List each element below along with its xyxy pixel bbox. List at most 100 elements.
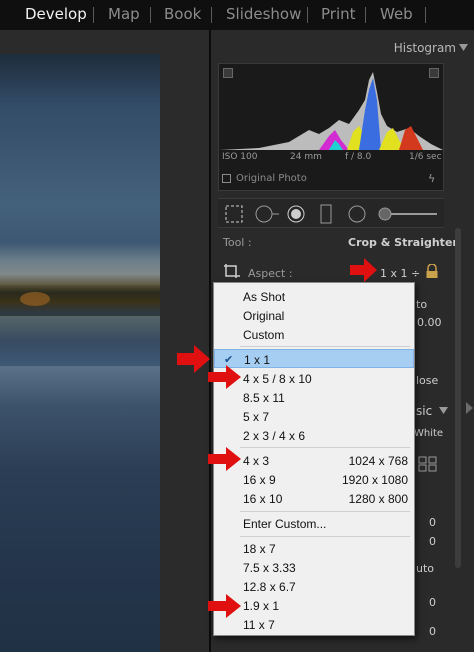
menu-item-4x5[interactable]: 4 x 5 / 8 x 10: [214, 369, 414, 388]
radial-filter-icon[interactable]: [347, 204, 367, 224]
original-photo-checkbox[interactable]: [222, 174, 231, 183]
histogram-aperture: f / 8.0: [345, 152, 372, 162]
menu-item-as-shot[interactable]: As Shot: [214, 287, 414, 306]
module-picker: Develop Map Book Slideshow Print Web: [0, 0, 474, 30]
menu-item-label: 16 x 10: [243, 492, 283, 506]
menu-item-size: 1280 x 800: [348, 492, 408, 506]
slider-value: 0: [429, 516, 436, 529]
aspect-value[interactable]: 1 x 1 ÷: [380, 267, 420, 280]
menu-item-2x3[interactable]: 2 x 3 / 4 x 6: [214, 426, 414, 445]
menu-item-label: 18 x 7: [243, 542, 276, 556]
aspect-ratio-menu: As Shot Original Custom ✔ 1 x 1 4 x 5 / 8…: [213, 282, 415, 636]
menu-item-1.9x1[interactable]: 1.9 x 1: [214, 596, 414, 615]
menu-item-label: 7.5 x 3.33: [243, 561, 296, 575]
crop-overlay-icon[interactable]: [224, 204, 244, 224]
menu-item-1x1[interactable]: ✔ 1 x 1: [214, 349, 414, 368]
basic-panel-title-partial[interactable]: sic: [416, 404, 432, 418]
histogram-graph[interactable]: [218, 63, 444, 191]
annotation-arrow-icon: [208, 594, 241, 618]
module-web[interactable]: Web: [380, 5, 413, 23]
photo-autumn-tree: [20, 292, 50, 306]
menu-item-label: 8.5 x 11: [243, 391, 285, 405]
close-button-partial[interactable]: lose: [416, 374, 438, 387]
menu-item-5x7[interactable]: 5 x 7: [214, 407, 414, 426]
menu-item-label: 1 x 1: [244, 353, 271, 367]
module-book[interactable]: Book: [164, 5, 201, 23]
menu-item-label: Custom: [243, 328, 285, 342]
graduated-filter-icon[interactable]: [319, 204, 333, 224]
menu-item-7.5x3.33[interactable]: 7.5 x 3.33: [214, 558, 414, 577]
tool-strip: [218, 198, 444, 228]
menu-item-label: 1.9 x 1: [243, 599, 280, 613]
module-print[interactable]: Print: [321, 5, 356, 23]
menu-item-label: As Shot: [243, 290, 286, 304]
module-separator: [211, 7, 212, 23]
auto-tone-partial[interactable]: uto: [416, 562, 434, 575]
histogram-title[interactable]: Histogram: [394, 41, 456, 55]
module-slideshow[interactable]: Slideshow: [226, 5, 301, 23]
menu-item-label: 12.8 x 6.7: [243, 580, 296, 594]
auto-button-partial[interactable]: to: [416, 298, 427, 311]
adjustment-brush-icon[interactable]: [377, 206, 439, 222]
menu-item-11x7[interactable]: 11 x 7: [214, 615, 414, 634]
original-photo-label: Original Photo: [236, 173, 307, 184]
panel-scrollbar[interactable]: [455, 228, 461, 568]
lightning-icon[interactable]: ϟ: [428, 172, 435, 185]
menu-separator: [240, 447, 410, 448]
photo-reflection: [0, 316, 160, 366]
module-develop[interactable]: Develop: [25, 5, 87, 23]
angle-value: 0.00: [417, 316, 442, 329]
crop-angle-icon[interactable]: [222, 262, 242, 280]
menu-item-16x9[interactable]: 16 x 9 1920 x 1080: [214, 470, 414, 489]
menu-item-label: 4 x 3: [243, 454, 270, 468]
module-separator: [425, 7, 426, 23]
slider-value: 0: [429, 535, 436, 548]
module-separator: [93, 7, 94, 23]
slider-value: 0: [429, 596, 436, 609]
aspect-label: Aspect :: [248, 267, 293, 280]
menu-item-4x3[interactable]: 4 x 3 1024 x 768: [214, 451, 414, 470]
annotation-arrow-icon: [177, 345, 210, 373]
module-separator: [307, 7, 308, 23]
annotation-arrow-icon: [350, 258, 377, 282]
menu-separator: [240, 511, 410, 512]
menu-item-label: 11 x 7: [243, 618, 275, 632]
photo-image[interactable]: [0, 54, 160, 652]
menu-separator: [240, 346, 410, 347]
annotation-arrow-icon: [208, 365, 241, 389]
collapse-triangle-icon[interactable]: [439, 407, 448, 415]
photo-canvas[interactable]: [0, 30, 209, 652]
panel-expand-arrow-icon[interactable]: [466, 402, 474, 414]
menu-item-custom[interactable]: Custom: [214, 325, 414, 344]
menu-item-label: Original: [243, 309, 285, 323]
menu-item-size: 1024 x 768: [348, 454, 408, 468]
red-eye-icon[interactable]: [286, 204, 306, 224]
menu-item-label: 5 x 7: [243, 410, 270, 424]
collapse-triangle-icon[interactable]: [459, 44, 468, 52]
histogram-iso: ISO 100: [222, 152, 258, 162]
menu-item-18x7[interactable]: 18 x 7: [214, 539, 414, 558]
menu-item-original[interactable]: Original: [214, 306, 414, 325]
menu-item-12.8x6.7[interactable]: 12.8 x 6.7: [214, 577, 414, 596]
menu-item-size: 1920 x 1080: [341, 473, 408, 487]
menu-item-label: 16 x 9: [243, 473, 276, 487]
menu-item-label: Enter Custom...: [243, 517, 327, 531]
annotation-arrow-icon: [208, 447, 241, 471]
module-separator: [365, 7, 366, 23]
grid-view-icon[interactable]: [418, 456, 438, 472]
menu-item-enter-custom[interactable]: Enter Custom...: [214, 514, 414, 533]
menu-item-16x10[interactable]: 16 x 10 1280 x 800: [214, 489, 414, 508]
tool-label: Tool :: [223, 236, 252, 249]
white-balance-partial[interactable]: White: [414, 428, 443, 439]
histogram-focal-length: 24 mm: [290, 152, 322, 162]
menu-item-label: 4 x 5 / 8 x 10: [243, 372, 312, 386]
histogram-curve-icon: [219, 72, 443, 150]
tool-value: Crop & Straighten: [348, 236, 461, 249]
menu-item-8.5x11[interactable]: 8.5 x 11: [214, 388, 414, 407]
histogram-shutter: 1/6 sec: [409, 152, 442, 162]
lock-icon[interactable]: [425, 264, 439, 278]
module-map[interactable]: Map: [108, 5, 140, 23]
spot-removal-icon[interactable]: [254, 204, 280, 224]
menu-separator: [240, 536, 410, 537]
slider-value: 0: [429, 625, 436, 638]
